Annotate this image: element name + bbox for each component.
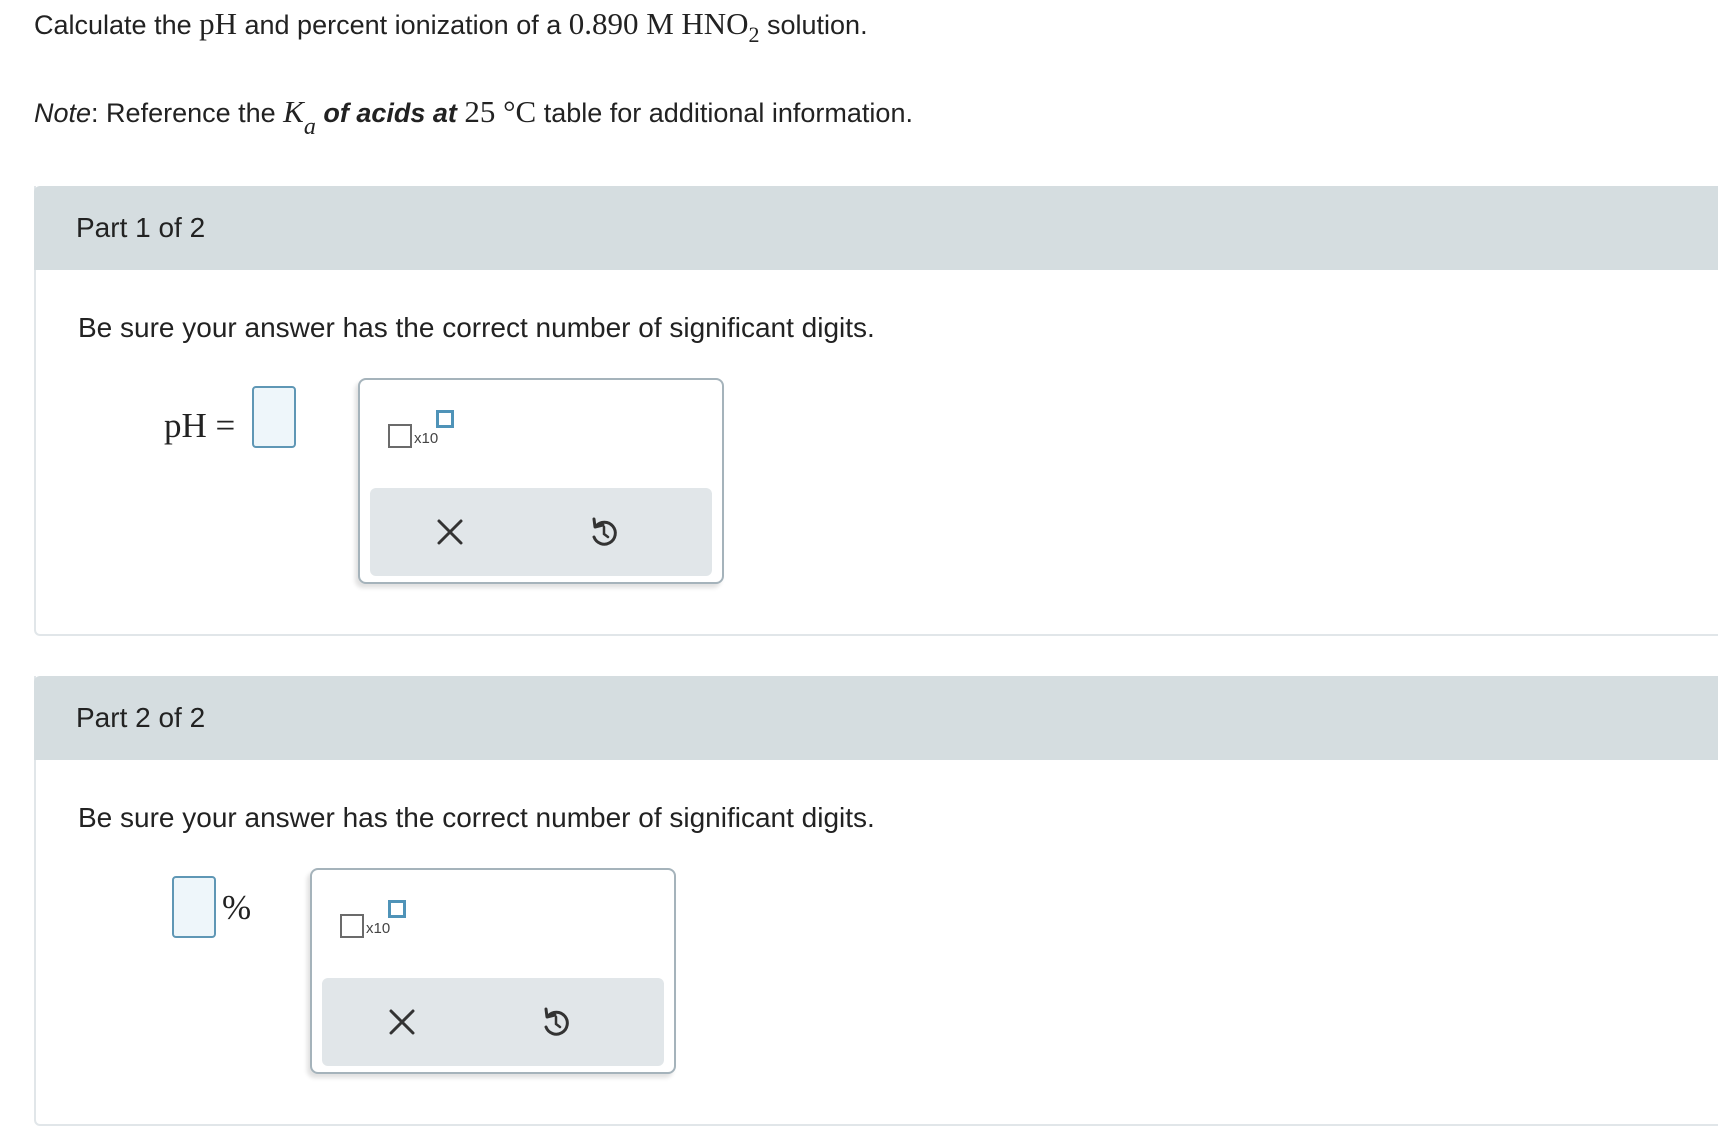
percent-answer-input[interactable] — [172, 876, 216, 938]
temperature: 25 °C — [464, 94, 537, 129]
undo-button[interactable] — [536, 1002, 576, 1042]
question-middle: and percent ionization of a — [237, 10, 569, 40]
close-icon — [389, 1009, 415, 1035]
undo-icon — [592, 517, 617, 546]
scientific-notation-button[interactable]: x10 — [340, 900, 412, 944]
part-2-title: Part 2 of 2 — [76, 702, 206, 733]
part-1-instruction: Be sure your answer has the correct numb… — [78, 312, 875, 343]
acid-formula: HNO — [681, 6, 749, 41]
acid-subscript: 2 — [748, 22, 760, 47]
x10-label: x10 — [366, 920, 391, 937]
mantissa-box-icon — [340, 914, 364, 938]
clear-button[interactable] — [430, 512, 470, 552]
part-2-header: Part 2 of 2 — [34, 676, 1718, 760]
ph-label: pH = — [164, 406, 236, 445]
ka-table-link-text[interactable]: of acids at — [316, 98, 465, 128]
math-palette: x10 — [310, 868, 676, 1074]
exponent-box-icon — [388, 900, 406, 918]
question-suffix: solution. — [759, 10, 868, 40]
part-1-panel: Part 1 of 2 Be sure your answer has the … — [34, 186, 1718, 636]
exponent-box-icon — [436, 410, 454, 428]
part-2-instruction: Be sure your answer has the correct numb… — [78, 802, 875, 833]
palette-action-tray — [322, 978, 664, 1066]
note-suffix: table for additional information. — [536, 98, 913, 128]
concentration: 0.890 M — [568, 6, 674, 41]
note-colon-text: : Reference the — [91, 98, 284, 128]
ph-symbol: pH — [199, 6, 237, 41]
part-1-header: Part 1 of 2 — [34, 186, 1718, 270]
part-2-panel: Part 2 of 2 Be sure your answer has the … — [34, 676, 1718, 1126]
ka-subscript: a — [303, 114, 316, 140]
ph-answer-input[interactable] — [252, 386, 296, 448]
question-text: Calculate the pH and percent ionization … — [34, 4, 868, 47]
mantissa-box-icon — [388, 424, 412, 448]
scientific-notation-button[interactable]: x10 — [388, 410, 460, 454]
x10-label: x10 — [414, 430, 439, 447]
palette-action-tray — [370, 488, 712, 576]
ka-symbol: K — [283, 94, 304, 129]
undo-icon — [544, 1007, 569, 1036]
percent-unit: % — [222, 888, 252, 927]
close-icon — [437, 519, 463, 545]
part-1-title: Part 1 of 2 — [76, 212, 206, 243]
undo-button[interactable] — [584, 512, 624, 552]
note-label: Note — [34, 98, 92, 128]
math-palette: x10 — [358, 378, 724, 584]
note-text: Note: Reference the Ka of acids at 25 °C… — [34, 92, 913, 139]
question-prefix: Calculate the — [34, 10, 200, 40]
clear-button[interactable] — [382, 1002, 422, 1042]
